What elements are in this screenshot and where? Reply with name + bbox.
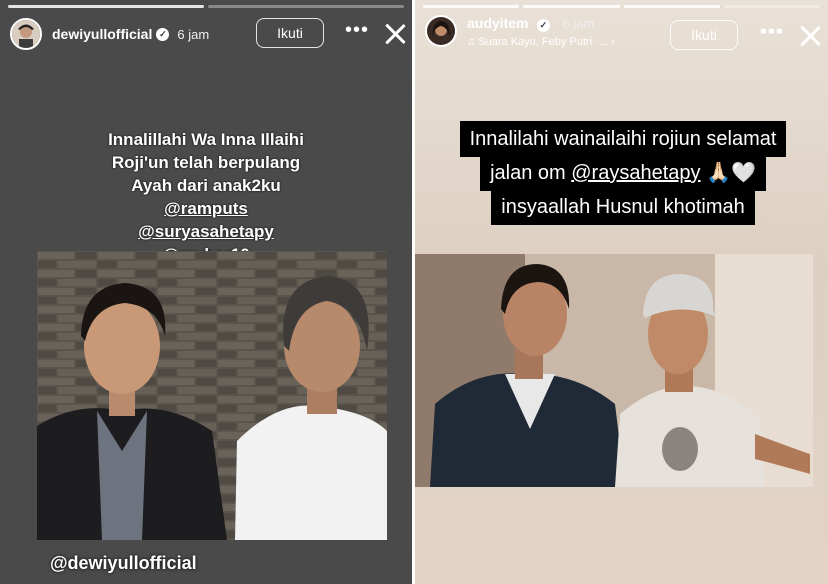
story-header: dewiyullofficial ✓ 6 jam [10,15,400,53]
follow-button[interactable]: Ikuti [670,20,738,50]
post-time: 6 jam [562,15,595,31]
post-time: 6 jam [177,26,210,42]
story-photo [415,254,813,487]
username[interactable]: dewiyullofficial [52,26,152,42]
follow-button[interactable]: Ikuti [256,18,324,48]
music-note-icon: ♫ [467,35,476,48]
close-icon[interactable] [384,23,406,45]
avatar[interactable] [10,18,42,50]
caption-line: Roji'un telah berpulang [111,153,301,172]
caption-line: jalan om @raysahetapy 🙏🏻🤍 [480,155,766,191]
story-caption: Innalillahi Wa Inna Illaihi Roji'un tela… [50,128,362,266]
music-title: Suara Kayu, Feby Putri ·... [478,35,608,48]
story-right: audyitem ✓ 6 jam ♫ Suara Kayu, Feby Putr… [415,0,828,584]
story-left: dewiyullofficial ✓ 6 jam Ikuti ••• Innal… [0,0,412,584]
caption-line: Innalillahi Wa Inna Illaihi [108,130,304,149]
music-info[interactable]: ♫ Suara Kayu, Feby Putri ·... › [467,36,615,48]
mention-link[interactable]: @raysahetapy [571,162,700,184]
progress-bar [523,5,620,8]
story-caption: Innalilahi wainailaihi rojiun selamat ja… [449,121,797,225]
progress-bar [423,5,520,8]
progress-bar [723,5,820,8]
progress-bar [208,5,404,8]
avatar[interactable] [425,15,457,47]
chevron-right-icon: › [611,35,615,48]
more-options-icon[interactable]: ••• [760,21,784,44]
caption-line: insyaallah Husnul khotimah [491,189,755,225]
progress-bars [423,5,820,8]
more-options-icon[interactable]: ••• [345,19,369,42]
mention-link[interactable]: @suryasahetapy [50,220,362,243]
story-photo [37,251,387,540]
emoji: 🙏🏻🤍 [700,162,756,184]
progress-bar [623,5,720,8]
caption-line: Ayah dari anak2ku [131,176,281,195]
mention-link[interactable]: @ramputs [50,197,362,220]
mention-sticker[interactable]: @dewiyullofficial [50,553,197,574]
close-icon[interactable] [799,25,821,47]
caption-line: Innalilahi wainailaihi rojiun selamat [459,121,787,157]
username[interactable]: audyitem [467,15,528,31]
verified-icon: ✓ [536,18,550,32]
progress-bars [8,5,404,8]
caption-text: jalan om [490,162,572,184]
progress-bar [8,5,204,8]
verified-icon: ✓ [156,27,170,41]
story-header: audyitem ✓ 6 jam ♫ Suara Kayu, Feby Putr… [425,12,816,50]
